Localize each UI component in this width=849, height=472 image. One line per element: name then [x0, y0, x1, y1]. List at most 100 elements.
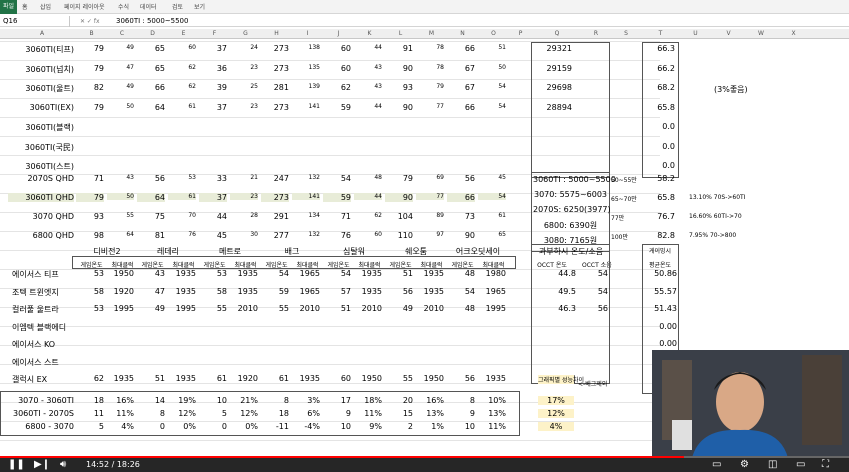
value-cell[interactable]: 79	[76, 64, 104, 73]
value-cell[interactable]: 53	[168, 174, 196, 181]
value-cell[interactable]: 273	[261, 103, 289, 112]
price-cell[interactable]: 65~70만	[611, 194, 641, 203]
value-cell[interactable]: 2010	[416, 304, 444, 313]
value-cell[interactable]: 54	[323, 174, 351, 183]
value-cell[interactable]: 62	[168, 83, 196, 90]
value-cell[interactable]: 62	[323, 83, 351, 92]
row-label[interactable]: 6800 QHD	[8, 231, 74, 240]
value-cell[interactable]: 76	[323, 231, 351, 240]
perf-note[interactable]: <-베그제외	[578, 379, 618, 388]
ratio-cell[interactable]: 16.60% 60TI->70	[689, 213, 759, 220]
value-cell[interactable]: 1935	[168, 269, 196, 278]
value-cell[interactable]: 49	[107, 44, 134, 51]
value-cell[interactable]: 1995	[168, 304, 196, 313]
value-cell[interactable]: 67	[447, 64, 475, 73]
value-cell[interactable]: 1935	[416, 287, 444, 296]
value-cell[interactable]: 78	[416, 44, 444, 51]
value-cell[interactable]: 2010	[230, 304, 258, 313]
value-cell[interactable]: 51	[323, 304, 351, 313]
subtitles-icon[interactable]: ▭	[712, 459, 721, 470]
value-cell[interactable]: 54	[447, 287, 475, 296]
value-cell[interactable]: 1995	[478, 304, 506, 313]
value-cell[interactable]: 138	[292, 44, 320, 51]
row-label[interactable]: 조텍 트윈엣지	[12, 287, 74, 298]
value-cell[interactable]: 132	[292, 174, 320, 181]
row-label[interactable]: 에이서스 티프	[12, 269, 74, 280]
value-cell[interactable]: 43	[354, 83, 382, 90]
value-cell[interactable]: 66	[447, 44, 475, 53]
column-header[interactable]: L	[385, 30, 416, 37]
tab-layout[interactable]: 페이지 레이아웃	[64, 2, 105, 11]
value-cell[interactable]: 50	[107, 193, 134, 200]
value-cell[interactable]: 1935	[168, 374, 196, 383]
value-cell[interactable]: 56	[447, 374, 475, 383]
column-header[interactable]: X	[777, 30, 810, 37]
perf-cell[interactable]: 4%	[538, 422, 574, 431]
value-cell[interactable]: 23	[230, 103, 258, 110]
value-cell[interactable]: 1935	[292, 374, 320, 383]
column-header[interactable]: G	[230, 30, 261, 37]
column-header[interactable]: P	[509, 30, 532, 37]
row-label[interactable]: 3060TI(넙치)	[8, 64, 74, 75]
value-cell[interactable]: 53	[199, 269, 227, 278]
value-cell[interactable]: 134	[292, 212, 320, 219]
tab-formulas[interactable]: 수식	[118, 2, 129, 11]
value-cell[interactable]: 70	[168, 212, 196, 219]
value-cell[interactable]: 44	[354, 103, 382, 110]
value-cell[interactable]: 44	[199, 212, 227, 221]
value-cell[interactable]: 69	[416, 174, 444, 181]
value-cell[interactable]: 50	[107, 103, 134, 110]
value-cell[interactable]: 33	[199, 174, 227, 183]
progress-bar[interactable]	[0, 456, 849, 458]
formula-input[interactable]: 3060TI : 5000~5500	[116, 16, 188, 27]
value-cell[interactable]: 64	[107, 231, 134, 238]
column-header[interactable]: S	[610, 30, 642, 37]
column-header[interactable]: I	[292, 30, 323, 37]
value-cell[interactable]: 43	[137, 269, 165, 278]
row-label[interactable]: 3070 QHD	[8, 212, 74, 221]
value-cell[interactable]: 2010	[292, 304, 320, 313]
value-cell[interactable]: 61	[168, 103, 196, 110]
value-cell[interactable]: 90	[385, 103, 413, 112]
value-cell[interactable]: 77	[416, 103, 444, 110]
avg-cell[interactable]: 82.8	[642, 231, 675, 240]
row-label[interactable]: 이엠텍 블랙에디	[12, 322, 74, 333]
value-cell[interactable]: 58	[76, 287, 104, 296]
column-header[interactable]: F	[199, 30, 230, 37]
value-cell[interactable]: 37	[199, 193, 227, 202]
value-cell[interactable]: 79	[385, 174, 413, 183]
value-cell[interactable]: 23	[230, 193, 258, 200]
value-cell[interactable]: 110	[385, 231, 413, 240]
value-cell[interactable]: 132	[292, 231, 320, 238]
value-cell[interactable]: 48	[447, 269, 475, 278]
value-cell[interactable]: 273	[261, 44, 289, 53]
value-cell[interactable]: 1965	[292, 269, 320, 278]
price-cell[interactable]: 100만	[611, 232, 641, 241]
value-cell[interactable]: 37	[199, 44, 227, 53]
value-cell[interactable]: 141	[292, 193, 320, 200]
value-cell[interactable]: 76	[168, 231, 196, 238]
value-cell[interactable]: 49	[385, 304, 413, 313]
value-cell[interactable]: 1935	[230, 287, 258, 296]
value-cell[interactable]: 61	[199, 374, 227, 383]
column-header[interactable]: V	[712, 30, 745, 37]
value-cell[interactable]: 50	[478, 64, 506, 71]
name-box[interactable]: Q16	[0, 16, 70, 27]
value-cell[interactable]: 28	[230, 212, 258, 219]
column-header[interactable]: D	[137, 30, 168, 37]
value-cell[interactable]: 1950	[107, 269, 134, 278]
value-cell[interactable]: 49	[137, 304, 165, 313]
value-cell[interactable]: 1920	[230, 374, 258, 383]
value-cell[interactable]: 1995	[107, 304, 134, 313]
column-header[interactable]: C	[107, 30, 137, 37]
value-cell[interactable]: 51	[137, 374, 165, 383]
column-header[interactable]: A	[8, 30, 76, 37]
row-label[interactable]: 3060TI(울트)	[8, 83, 74, 94]
row-label[interactable]: 3060TI(EX)	[8, 103, 74, 112]
value-cell[interactable]: 1935	[416, 269, 444, 278]
value-cell[interactable]: 93	[385, 83, 413, 92]
column-header[interactable]: J	[323, 30, 354, 37]
value-cell[interactable]: 61	[168, 193, 196, 200]
value-cell[interactable]: 291	[261, 212, 289, 221]
next-icon[interactable]: ▶❙	[34, 459, 50, 470]
